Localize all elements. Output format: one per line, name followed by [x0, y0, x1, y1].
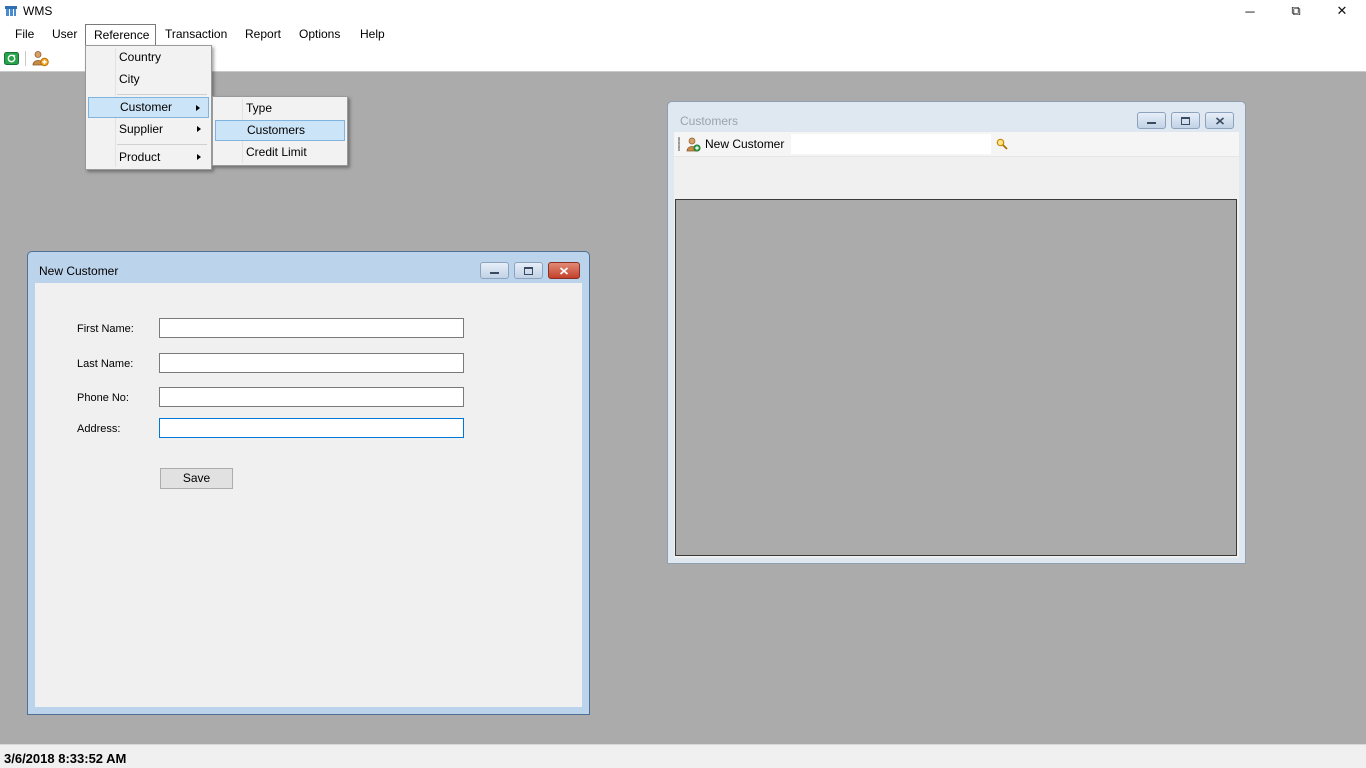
first-name-field[interactable]	[159, 318, 464, 338]
customer-submenu: Type Customers Credit Limit	[212, 96, 348, 166]
new-customer-close-button[interactable]	[548, 262, 580, 279]
menu-item-city[interactable]: City	[88, 69, 209, 90]
customers-window: Customers New Customer	[667, 101, 1246, 564]
close-icon	[559, 266, 569, 275]
reference-menu: Country City Customer Supplier Product	[85, 45, 212, 170]
minimize-button[interactable]: ─	[1227, 0, 1273, 22]
menu-item-supplier[interactable]: Supplier	[88, 119, 209, 140]
menu-item-product[interactable]: Product	[88, 147, 209, 168]
maximize-icon	[1181, 116, 1190, 125]
new-customer-minimize-button[interactable]	[480, 262, 509, 279]
submenu-item-credit-limit[interactable]: Credit Limit	[215, 142, 345, 163]
close-icon: ✕	[1336, 3, 1348, 18]
new-customer-button[interactable]: New Customer	[686, 135, 784, 153]
restore-icon: ⧉	[1291, 3, 1301, 18]
first-name-label: First Name:	[77, 323, 134, 335]
save-button[interactable]: Save	[160, 468, 233, 489]
customers-grid[interactable]	[675, 199, 1237, 556]
customers-window-title: Customers	[680, 114, 739, 128]
menu-item-country[interactable]: Country	[88, 47, 209, 68]
menu-separator	[117, 144, 207, 145]
restore-button[interactable]: ⧉	[1273, 0, 1319, 22]
phone-no-field[interactable]	[159, 387, 464, 407]
close-icon	[1215, 116, 1224, 125]
menu-help[interactable]: Help	[352, 24, 393, 45]
new-customer-icon	[686, 137, 701, 152]
submenu-item-type[interactable]: Type	[215, 98, 345, 119]
toolbar-separator	[25, 51, 26, 66]
menu-reference[interactable]: Reference	[85, 24, 156, 45]
toolstrip-grip	[678, 137, 680, 151]
submenu-item-customers[interactable]: Customers	[215, 120, 345, 141]
address-field[interactable]	[159, 418, 464, 438]
menu-transaction[interactable]: Transaction	[157, 24, 235, 45]
app-title: WMS	[23, 4, 53, 18]
menu-bar: File User Reference Transaction Report O…	[0, 23, 1366, 46]
submenu-arrow-icon	[196, 105, 200, 111]
last-name-field[interactable]	[159, 353, 464, 373]
customers-toolstrip: New Customer	[674, 132, 1239, 157]
new-customer-window-title: New Customer	[39, 264, 119, 278]
new-customer-maximize-button[interactable]	[514, 262, 543, 279]
menu-item-customer[interactable]: Customer	[88, 97, 209, 118]
new-customer-window: New Customer First Name: Last Name: Phon…	[27, 251, 590, 715]
menu-item-supplier-label: Supplier	[119, 122, 164, 136]
customers-client-area: New Customer	[674, 132, 1239, 558]
submenu-arrow-icon	[197, 154, 201, 160]
menu-item-customer-label: Customer	[120, 100, 173, 114]
customers-maximize-button[interactable]	[1171, 112, 1200, 129]
menu-options[interactable]: Options	[291, 24, 348, 45]
app-titlebar: WMS ─ ⧉ ✕	[0, 0, 1366, 23]
minimize-icon: ─	[1245, 3, 1255, 19]
close-button[interactable]: ✕	[1319, 0, 1365, 22]
menu-separator	[117, 94, 207, 95]
customer-search-input[interactable]	[791, 134, 991, 154]
toolbar-button-add-user[interactable]	[32, 50, 49, 67]
refresh-icon	[4, 52, 19, 65]
customers-close-button[interactable]	[1205, 112, 1234, 129]
toolbar-button-refresh[interactable]	[4, 51, 19, 66]
last-name-label: Last Name:	[77, 358, 134, 370]
address-label: Address:	[77, 423, 121, 435]
new-customer-label: New Customer	[705, 137, 785, 151]
submenu-arrow-icon	[197, 126, 201, 132]
customers-minimize-button[interactable]	[1137, 112, 1166, 129]
app-icon	[5, 6, 17, 16]
search-button[interactable]	[996, 138, 1008, 150]
menu-report[interactable]: Report	[237, 24, 289, 45]
maximize-icon	[524, 266, 533, 275]
status-bar: 3/6/2018 8:33:52 AM	[0, 744, 1366, 768]
minimize-icon	[1147, 122, 1156, 124]
menu-user[interactable]: User	[44, 24, 85, 45]
status-datetime: 3/6/2018 8:33:52 AM	[4, 751, 127, 766]
add-user-icon	[32, 51, 49, 67]
menu-item-product-label: Product	[119, 150, 161, 164]
menu-file[interactable]: File	[7, 24, 42, 45]
new-customer-form: First Name: Last Name: Phone No: Address…	[35, 283, 582, 707]
search-icon	[996, 138, 1008, 150]
phone-no-label: Phone No:	[77, 392, 129, 404]
minimize-icon	[490, 272, 499, 274]
